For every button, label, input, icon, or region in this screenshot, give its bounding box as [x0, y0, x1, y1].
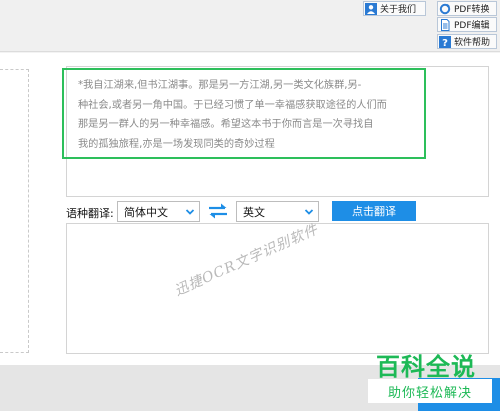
svg-text:?: ? [442, 38, 448, 48]
source-language-value: 简体中文 [124, 205, 168, 219]
top-toolbar: 关于我们 PDF转换 PDF编辑 ? 软件帮助 [0, 0, 500, 52]
brand-logo: 百科全说 助你轻松解决 [368, 347, 492, 405]
pdf-convert-label: PDF转换 [454, 5, 490, 15]
brand-title: 百科全说 [376, 353, 476, 381]
target-language-value: 英文 [243, 205, 265, 219]
about-us-button[interactable]: 关于我们 [363, 1, 426, 16]
pdf-convert-button[interactable]: PDF转换 [437, 1, 497, 16]
source-language-select[interactable]: 简体中文 [117, 201, 200, 222]
brand-slogan: 助你轻松解决 [368, 379, 492, 403]
question-icon: ? [439, 35, 451, 48]
chevron-down-icon [185, 207, 195, 217]
user-icon [365, 2, 377, 15]
refresh-icon [439, 3, 451, 15]
text-highlight-frame [62, 68, 426, 159]
software-help-label: 软件帮助 [454, 38, 491, 48]
chevron-down-icon [304, 207, 314, 217]
document-icon [439, 18, 451, 31]
swap-arrows-icon[interactable] [207, 202, 229, 220]
pdf-edit-button[interactable]: PDF编辑 [437, 17, 497, 32]
pdf-edit-label: PDF编辑 [454, 21, 490, 31]
image-preview-pane [0, 69, 29, 353]
translate-button[interactable]: 点击翻译 [332, 201, 416, 221]
target-language-select[interactable]: 英文 [236, 201, 319, 222]
about-us-label: 关于我们 [380, 5, 417, 15]
translation-label: 语种翻译: [66, 207, 114, 220]
software-help-button[interactable]: ? 软件帮助 [437, 34, 497, 49]
